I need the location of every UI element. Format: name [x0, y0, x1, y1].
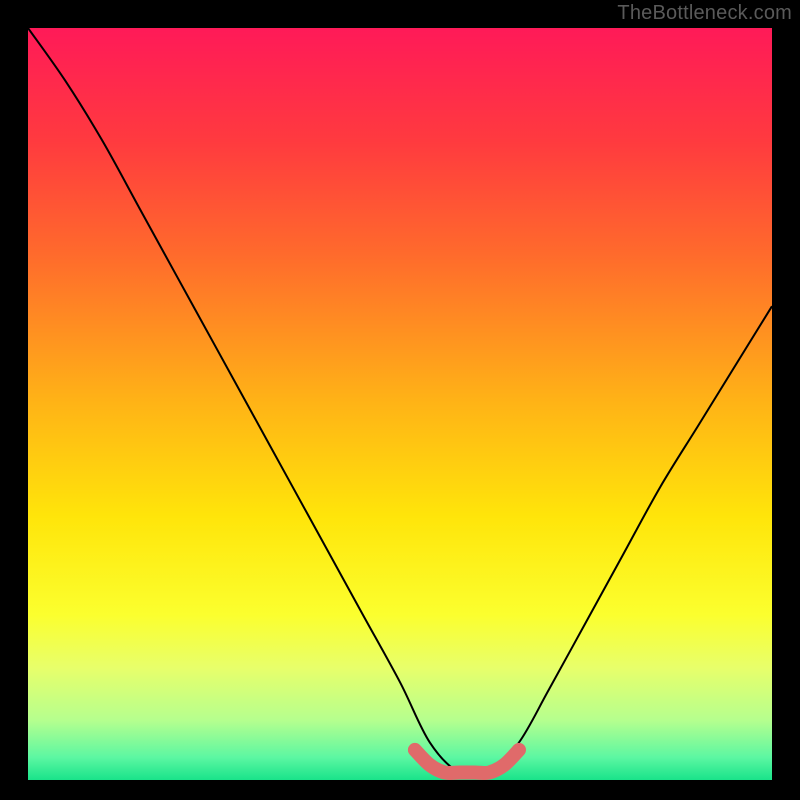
chart-frame: TheBottleneck.com	[0, 0, 800, 800]
attribution-label: TheBottleneck.com	[617, 2, 792, 25]
bottleneck-chart	[28, 28, 772, 780]
gradient-background	[28, 28, 772, 780]
